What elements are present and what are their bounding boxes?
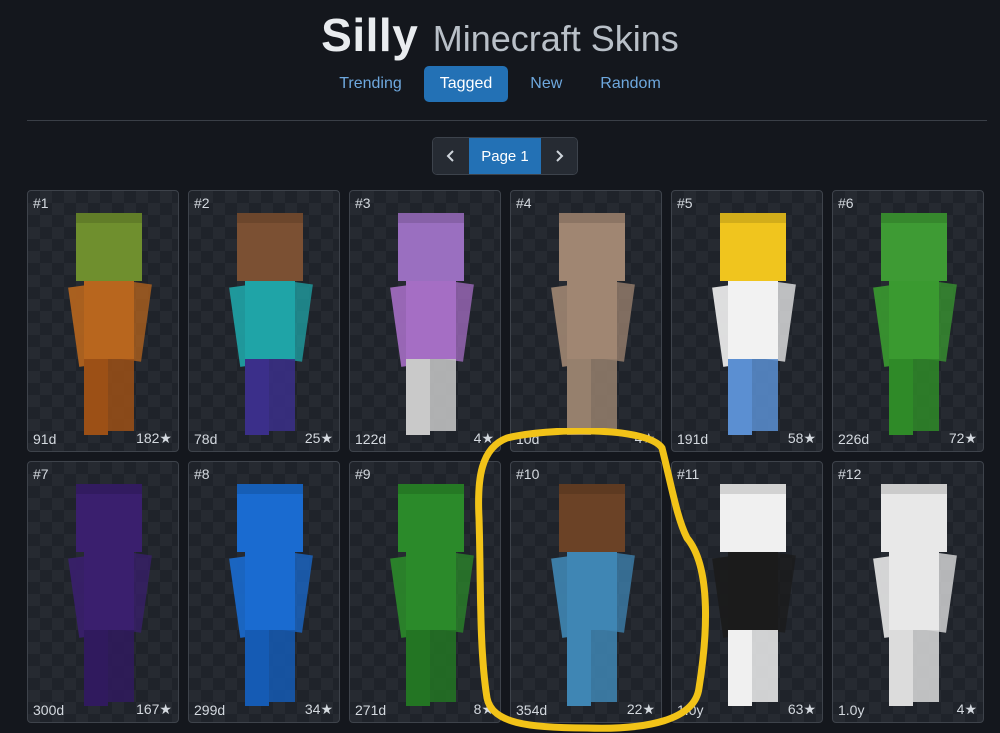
skin-stars: 22★ <box>626 701 655 717</box>
chevron-left-icon <box>446 150 454 162</box>
next-page-button[interactable] <box>541 138 577 174</box>
chevron-right-icon <box>556 150 564 162</box>
skin-rank: #7 <box>33 466 49 482</box>
skin-age: 1.0y <box>677 702 704 718</box>
skin-stars: 4★ <box>473 430 494 446</box>
skin-preview-image <box>68 213 152 435</box>
skin-card[interactable]: #12 1.0y 4★ <box>832 461 984 723</box>
skin-rank: #10 <box>516 466 540 482</box>
page-title: Silly Minecraft Skins <box>0 8 1000 62</box>
skin-stars: 167★ <box>136 701 172 717</box>
skin-age: 354d <box>516 702 548 718</box>
skin-preview-image <box>229 213 313 435</box>
skin-rank: #1 <box>33 195 49 211</box>
pagination: Page 1 <box>432 137 578 175</box>
title-sub: Minecraft Skins <box>432 18 679 59</box>
skin-preview-image <box>712 484 796 706</box>
skin-card[interactable]: #10 354d 22★ <box>510 461 662 723</box>
skin-age: 1.0y <box>838 702 865 718</box>
skin-preview-image <box>551 484 635 706</box>
skin-preview-image <box>873 213 957 435</box>
page-indicator: Page 1 <box>469 138 541 174</box>
title-main: Silly <box>321 9 419 61</box>
skin-preview-image <box>390 484 474 706</box>
skin-stars: 72★ <box>948 430 977 446</box>
skin-age: 226d <box>838 431 870 447</box>
skin-age: 299d <box>194 702 226 718</box>
skin-age: 191d <box>677 431 709 447</box>
skin-card[interactable]: #9 271d 8★ <box>349 461 501 723</box>
skin-age: 78d <box>194 431 218 447</box>
skin-age: 91d <box>33 431 57 447</box>
skin-stars: 4★ <box>634 430 655 446</box>
skin-preview-image <box>551 213 635 435</box>
skin-stars: 8★ <box>473 701 494 717</box>
skin-card[interactable]: #5 191d 58★ <box>671 190 823 452</box>
skin-rank: #2 <box>194 195 210 211</box>
skin-stars: 25★ <box>304 430 333 446</box>
skin-card[interactable]: #11 1.0y 63★ <box>671 461 823 723</box>
tab-new[interactable]: New <box>514 66 578 102</box>
skin-rank: #11 <box>677 466 700 482</box>
skin-preview-image <box>68 484 152 706</box>
skin-stars: 34★ <box>304 701 333 717</box>
skin-card[interactable]: #8 299d 34★ <box>188 461 340 723</box>
skin-preview-image <box>712 213 796 435</box>
skin-rank: #12 <box>838 466 862 482</box>
skin-rank: #5 <box>677 195 693 211</box>
skin-rank: #3 <box>355 195 371 211</box>
skin-stars: 182★ <box>136 430 172 446</box>
skin-card[interactable]: #6 226d 72★ <box>832 190 984 452</box>
skin-rank: #6 <box>838 195 854 211</box>
skin-grid: #1 91d 182★ #2 78d 25★ #3 122d 4★ #4 10d… <box>27 190 984 723</box>
skin-preview-image <box>390 213 474 435</box>
skin-stars: 58★ <box>787 430 816 446</box>
skin-rank: #4 <box>516 195 532 211</box>
skin-stars: 4★ <box>956 701 977 717</box>
skin-card[interactable]: #3 122d 4★ <box>349 190 501 452</box>
skin-stars: 63★ <box>787 701 816 717</box>
skin-card[interactable]: #1 91d 182★ <box>27 190 179 452</box>
tab-random[interactable]: Random <box>584 66 676 102</box>
skin-card[interactable]: #2 78d 25★ <box>188 190 340 452</box>
skin-preview-image <box>229 484 313 706</box>
skin-age: 271d <box>355 702 387 718</box>
skin-age: 122d <box>355 431 387 447</box>
skin-rank: #9 <box>355 466 371 482</box>
tab-tagged[interactable]: Tagged <box>423 66 509 102</box>
skin-preview-image <box>873 484 957 706</box>
tab-bar: Trending Tagged New Random <box>0 66 1000 102</box>
header-divider <box>27 120 987 121</box>
tab-trending[interactable]: Trending <box>323 66 418 102</box>
skin-card[interactable]: #4 10d 4★ <box>510 190 662 452</box>
skin-age: 300d <box>33 702 65 718</box>
skin-rank: #8 <box>194 466 210 482</box>
prev-page-button[interactable] <box>433 138 469 174</box>
skin-age: 10d <box>516 431 540 447</box>
skin-card[interactable]: #7 300d 167★ <box>27 461 179 723</box>
